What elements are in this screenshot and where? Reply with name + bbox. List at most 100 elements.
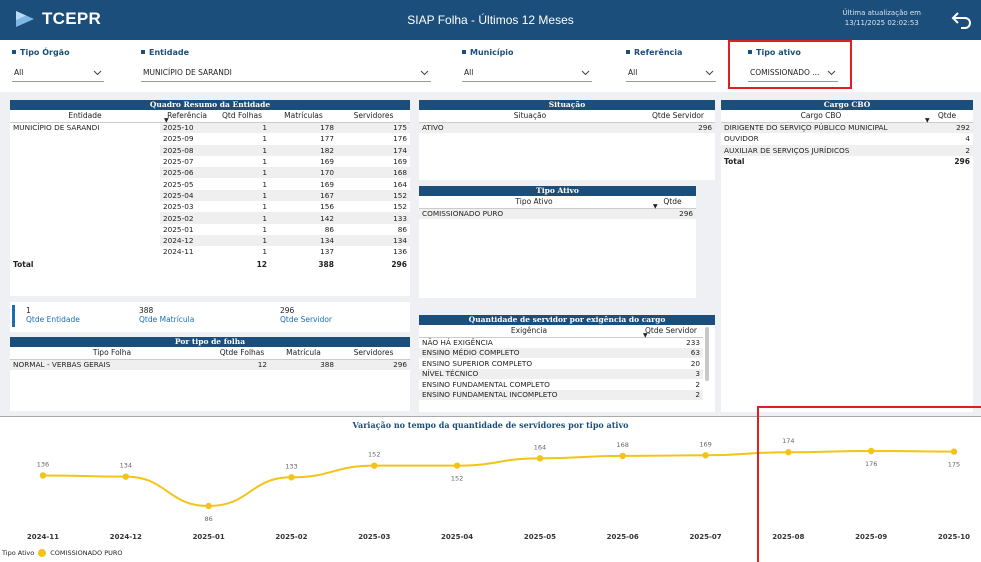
data-label: 136 xyxy=(37,460,49,468)
x-tick-label: 2025-06 xyxy=(607,533,639,541)
table-row[interactable]: ENSINO MÉDIO COMPLETO 63 xyxy=(419,347,703,358)
cell-servidores: 86 xyxy=(397,224,407,234)
table-row[interactable]: NORMAL - VERBAS GERAIS 12 388 296 xyxy=(10,359,410,371)
cell-matriculas: 134 xyxy=(270,234,337,247)
table-row[interactable]: ENSINO FUNDAMENTAL INCOMPLETO 2 xyxy=(419,389,703,400)
tipo-folha-title: Por tipo de folha xyxy=(10,337,410,347)
col-qtde-servidor[interactable]: Qtde Servidor ▼ xyxy=(639,325,703,339)
cell-exigencia: ENSINO MÉDIO COMPLETO xyxy=(419,347,639,358)
col-qtde-label: Qtde xyxy=(937,111,957,121)
col-qtde-folhas[interactable]: Qtde Folhas xyxy=(214,347,270,360)
col-referencia-label: Referência xyxy=(167,111,207,121)
last-update-info: Última atualização em 13/11/2025 02:02:5… xyxy=(843,8,921,28)
table-row[interactable]: 2024-12 1 134 134 xyxy=(10,234,410,247)
tipo-orgao-dropdown[interactable]: All xyxy=(12,64,104,82)
cell-referencia: 2025-02 xyxy=(160,212,214,224)
filter-tipo-orgao-label: Tipo Órgão xyxy=(20,47,70,57)
kpi-matricula: 388 Qtde Matrícula xyxy=(139,306,194,324)
table-row[interactable]: OUVIDOR 4 xyxy=(721,133,973,144)
cell-entidade xyxy=(10,144,160,156)
exigencia-scrollbar[interactable] xyxy=(705,327,709,381)
situacao-table: Situação Qtde Servidor ATIVO 296 xyxy=(419,110,715,134)
tipo-ativo-panel: Tipo Ativo Tipo Ativo Qtde ▼ COMISSIONADO… xyxy=(419,186,696,298)
referencia-dropdown[interactable]: All xyxy=(626,64,716,82)
cell-cargo-cbo: OUVIDOR xyxy=(724,134,759,144)
table-row[interactable]: 2025-09 1 177 176 xyxy=(10,133,410,145)
x-tick-label: 2024-11 xyxy=(27,533,59,541)
total-matriculas: 388 xyxy=(318,260,334,270)
cell-matriculas: 137 xyxy=(320,247,334,257)
cell-entidade xyxy=(10,212,160,224)
col-servidores[interactable]: Servidores xyxy=(337,110,410,123)
cell-qtde-servidor: 20 xyxy=(690,358,700,368)
cell-exigencia: ENSINO FUNDAMENTAL COMPLETO xyxy=(422,379,550,389)
cell-referencia: 2025-09 xyxy=(163,134,194,144)
col-entidade[interactable]: Entidade xyxy=(10,110,160,123)
cell-qtde-servidor: 2 xyxy=(695,379,700,389)
col-cargo-cbo[interactable]: Cargo CBO xyxy=(721,110,921,123)
table-row[interactable]: NÃO HÁ EXIGÊNCIA 233 xyxy=(419,337,703,348)
col-qtde-label: Qtde xyxy=(663,197,682,207)
col-matriculas[interactable]: Matrículas xyxy=(270,110,337,123)
col-exigencia[interactable]: Exigência xyxy=(419,325,639,338)
table-row[interactable]: COMISSIONADO PURO 296 xyxy=(419,208,696,220)
table-row[interactable]: 2025-05 1 169 164 xyxy=(10,178,410,190)
data-point[interactable] xyxy=(288,474,295,481)
data-point[interactable] xyxy=(536,455,544,462)
back-arrow-icon[interactable] xyxy=(951,9,973,31)
col-situacao[interactable]: Situação xyxy=(419,110,641,123)
tipo-folha-table: Tipo Folha Qtde Folhas Matrícula Servido… xyxy=(10,347,410,371)
table-row[interactable]: ATIVO 296 xyxy=(419,122,715,134)
table-row[interactable]: 2025-07 1 169 169 xyxy=(10,155,410,168)
cell-servidores: 134 xyxy=(337,234,410,247)
table-row[interactable]: 2025-08 1 182 174 xyxy=(10,144,410,156)
table-row[interactable]: 2025-06 1 170 168 xyxy=(10,167,410,179)
data-point[interactable] xyxy=(453,462,461,469)
data-point[interactable] xyxy=(619,452,626,460)
table-row[interactable]: ENSINO FUNDAMENTAL COMPLETO 2 xyxy=(419,379,703,390)
top-header: TCEPR SIAP Folha - Últimos 12 Meses Últi… xyxy=(0,0,981,40)
data-point[interactable] xyxy=(371,462,378,469)
table-row[interactable]: 2025-01 1 86 86 xyxy=(10,223,410,235)
exigencia-table: Exigência Qtde Servidor ▼ NÃO HÁ EXIGÊNCI… xyxy=(419,325,703,400)
col-qtde[interactable]: Qtde ▼ xyxy=(921,110,973,124)
cell-qtd-folhas: 1 xyxy=(262,157,267,167)
table-row[interactable]: ENSINO SUPERIOR COMPLETO 20 xyxy=(419,358,703,369)
quadro-resumo-panel: Quadro Resumo da Entidade Entidade Refer… xyxy=(10,100,410,296)
table-row[interactable]: 2025-03 1 156 152 xyxy=(10,201,410,213)
cell-matriculas: 167 xyxy=(270,189,337,202)
data-point[interactable] xyxy=(702,452,709,459)
col-qtd-folhas[interactable]: Qtd Folhas xyxy=(214,110,270,123)
col-tipo-folha[interactable]: Tipo Folha xyxy=(10,347,214,360)
filter-referencia-label: Referência xyxy=(634,47,683,57)
table-row[interactable]: 2024-11 1 137 136 xyxy=(10,246,410,258)
col-referencia[interactable]: Referência ▼ xyxy=(160,110,214,124)
legend-series-label[interactable]: COMISSIONADO PURO xyxy=(50,549,122,557)
chart-highlight xyxy=(757,406,981,562)
cell-qtde: 296 xyxy=(649,208,696,220)
col-qtde[interactable]: Qtde ▼ xyxy=(649,196,696,210)
table-row[interactable]: MUNICÍPIO DE SARANDI 2025-10 1 178 175 xyxy=(10,122,410,134)
col-qtde-servidor[interactable]: Qtde Servidor xyxy=(641,110,715,123)
cell-servidores: 164 xyxy=(393,179,407,189)
legend-dot-icon xyxy=(38,549,47,557)
municipio-dropdown[interactable]: All xyxy=(462,64,592,82)
cell-matriculas: 178 xyxy=(270,122,337,134)
col-servidores[interactable]: Servidores xyxy=(337,347,410,360)
table-row[interactable]: DIRIGENTE DO SERVIÇO PÚBLICO MUNICIPAL 29… xyxy=(721,122,973,134)
table-row[interactable]: 2025-04 1 167 152 xyxy=(10,189,410,202)
cell-servidores: 152 xyxy=(393,202,407,212)
tipo-ativo-dropdown[interactable]: COMISSIONADO ... xyxy=(748,64,838,82)
entidade-dropdown[interactable]: MUNICÍPIO DE SARANDI xyxy=(141,64,431,82)
table-row[interactable]: 2025-02 1 142 133 xyxy=(10,212,410,224)
table-row[interactable]: NÍVEL TÉCNICO 3 xyxy=(419,368,703,379)
data-point[interactable] xyxy=(39,472,47,479)
data-point[interactable] xyxy=(205,502,212,510)
data-point[interactable] xyxy=(122,473,130,480)
total-row: Total 296 xyxy=(721,156,973,167)
col-tipo-ativo[interactable]: Tipo Ativo xyxy=(419,196,649,209)
data-label: 133 xyxy=(285,462,297,470)
col-matricula[interactable]: Matrícula xyxy=(270,347,337,360)
x-tick-label: 2025-03 xyxy=(358,533,390,541)
table-row[interactable]: AUXILIAR DE SERVIÇOS JURÍDICOS 2 xyxy=(721,144,973,156)
